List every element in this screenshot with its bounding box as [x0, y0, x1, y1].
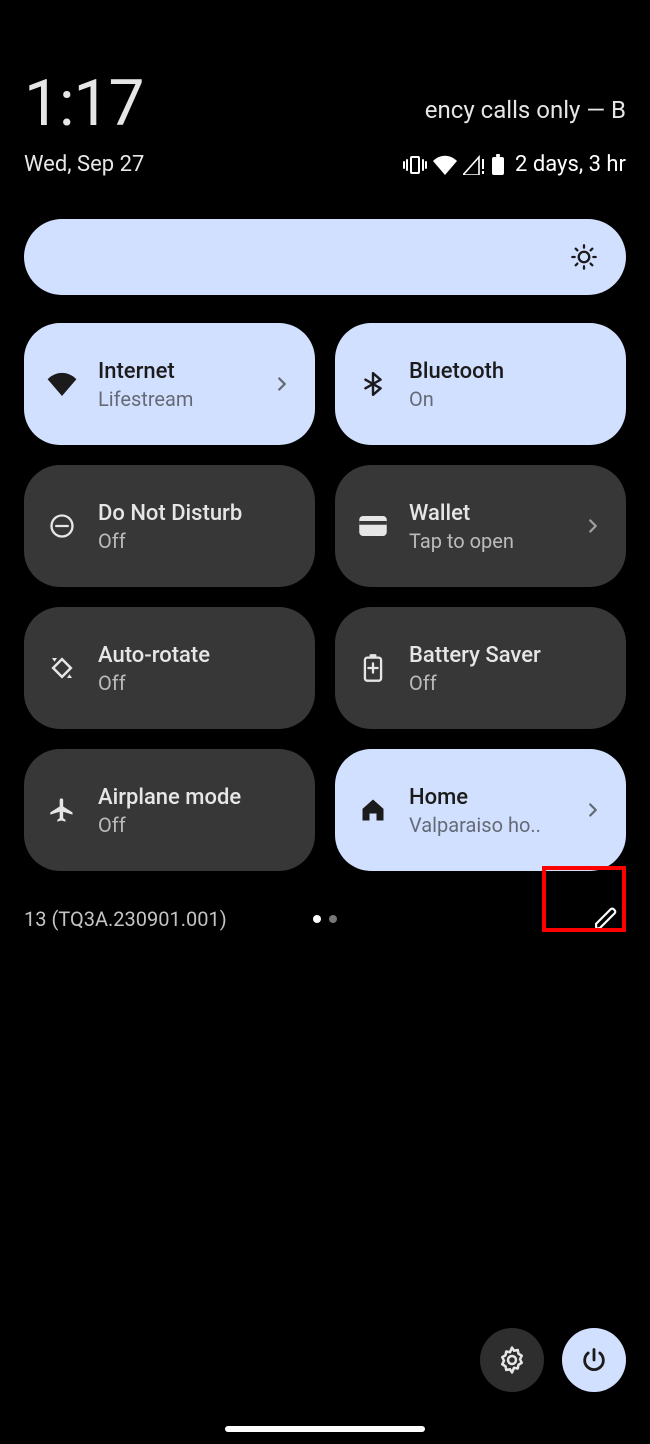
- tile-subtitle: On: [409, 387, 604, 411]
- clock: 1:17: [24, 72, 143, 136]
- tile-title: Do Not Disturb: [98, 499, 293, 530]
- tile-subtitle: Off: [98, 529, 293, 553]
- bottom-controls: [480, 1328, 626, 1392]
- tile-internet[interactable]: Internet Lifestream: [24, 323, 315, 445]
- tile-home[interactable]: Home Valparaiso ho..: [335, 749, 626, 871]
- chevron-right-icon: [271, 373, 293, 395]
- chevron-right-icon: [582, 515, 604, 537]
- page-dot: [313, 915, 321, 923]
- wifi-icon: [46, 368, 78, 400]
- power-button[interactable]: [562, 1328, 626, 1392]
- quick-settings-tiles: Internet Lifestream Bluetooth On Do Not …: [24, 323, 626, 871]
- tile-subtitle: Off: [98, 813, 293, 837]
- edit-tiles-button[interactable]: [586, 899, 626, 939]
- tile-subtitle: Lifestream: [98, 387, 251, 411]
- power-icon: [580, 1346, 608, 1374]
- network-status-text: ency calls only — B: [425, 96, 626, 124]
- dnd-icon: [46, 510, 78, 542]
- settings-button[interactable]: [480, 1328, 544, 1392]
- tile-subtitle: Off: [409, 671, 604, 695]
- brightness-icon: [570, 243, 598, 271]
- gear-icon: [497, 1345, 527, 1375]
- tile-title: Internet: [98, 357, 251, 388]
- tile-bluetooth[interactable]: Bluetooth On: [335, 323, 626, 445]
- page-dot: [329, 915, 337, 923]
- auto-rotate-icon: [46, 652, 78, 684]
- bluetooth-icon: [357, 368, 389, 400]
- page-indicator[interactable]: [313, 915, 337, 923]
- tile-auto-rotate[interactable]: Auto-rotate Off: [24, 607, 315, 729]
- quick-settings-header: 1:17 ency calls only — B Wed, Sep 27: [0, 0, 650, 177]
- vibrate-icon: [403, 155, 427, 175]
- tile-battery-saver[interactable]: Battery Saver Off: [335, 607, 626, 729]
- tile-title: Auto-rotate: [98, 641, 293, 672]
- tile-title: Bluetooth: [409, 357, 604, 388]
- tile-do-not-disturb[interactable]: Do Not Disturb Off: [24, 465, 315, 587]
- tile-subtitle: Tap to open: [409, 529, 562, 553]
- wallet-icon: [357, 510, 389, 542]
- battery-remaining-text: 2 days, 3 hr: [515, 152, 626, 177]
- home-icon: [357, 794, 389, 826]
- build-number: 13 (TQ3A.230901.001): [24, 907, 227, 931]
- tile-wallet[interactable]: Wallet Tap to open: [335, 465, 626, 587]
- tile-title: Battery Saver: [409, 641, 604, 672]
- tile-subtitle: Valparaiso ho..: [409, 813, 562, 837]
- tile-title: Wallet: [409, 499, 562, 530]
- battery-saver-icon: [357, 652, 389, 684]
- battery-icon: [491, 154, 505, 176]
- date: Wed, Sep 27: [24, 152, 144, 177]
- status-icon-row: 2 days, 3 hr: [403, 152, 626, 177]
- pencil-icon: [593, 906, 619, 932]
- brightness-slider[interactable]: [24, 219, 626, 295]
- navigation-handle[interactable]: [225, 1426, 425, 1432]
- tile-title: Airplane mode: [98, 783, 293, 814]
- tile-airplane-mode[interactable]: Airplane mode Off: [24, 749, 315, 871]
- airplane-icon: [46, 794, 78, 826]
- wifi-icon: [433, 155, 457, 175]
- tile-subtitle: Off: [98, 671, 293, 695]
- tile-title: Home: [409, 783, 562, 814]
- quick-settings-footer: 13 (TQ3A.230901.001): [24, 899, 626, 939]
- cellular-signal-icon: [463, 155, 485, 175]
- chevron-right-icon: [582, 799, 604, 821]
